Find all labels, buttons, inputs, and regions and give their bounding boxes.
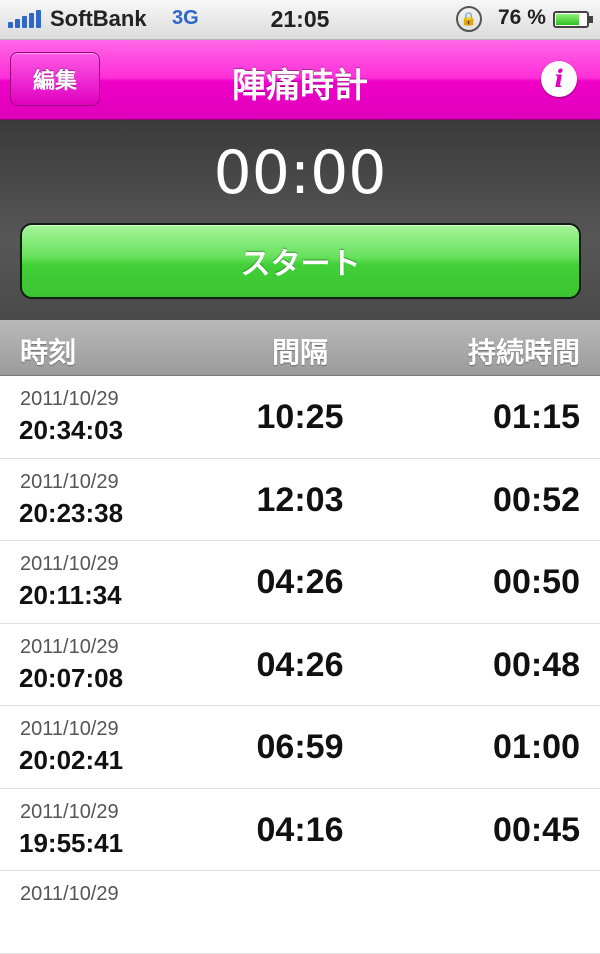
record-row[interactable]: 2011/10/29 20:11:34 04:26 00:50 [0, 541, 600, 624]
record-row[interactable]: 2011/10/29 20:34:03 10:25 01:15 [0, 376, 600, 459]
start-button[interactable]: スタート [20, 223, 581, 299]
column-header-duration: 持続時間 [467, 337, 580, 368]
battery-level-fill [556, 14, 579, 25]
page-title: 陣痛時計 [232, 67, 368, 105]
timer-display: 00:00 [213, 138, 387, 208]
record-row[interactable]: 2011/10/29 [0, 871, 600, 954]
navigation-bar: 編集 陣痛時計 i [0, 40, 600, 120]
records-list: 2011/10/29 20:34:03 10:25 01:15 2011/10/… [0, 376, 600, 954]
record-row[interactable]: 2011/10/29 20:23:38 12:03 00:52 [0, 458, 600, 541]
column-header: 時刻 間隔 持続時間 [0, 320, 600, 376]
record-duration: 01:00 [493, 728, 580, 766]
timer-panel: 00:00 スタート [0, 120, 600, 320]
status-bar: SoftBank 3G 21:05 🔒 76 % [0, 0, 600, 40]
record-duration: 00:48 [493, 645, 580, 684]
battery-icon [553, 11, 593, 28]
record-duration: 00:50 [493, 563, 580, 601]
battery-percentage: 76 % [498, 6, 546, 29]
rotation-lock-icon: 🔒 [456, 6, 482, 32]
record-row[interactable]: 2011/10/29 20:07:08 04:26 00:48 [0, 623, 600, 706]
record-date: 2011/10/29 [20, 883, 119, 905]
record-duration: 01:15 [493, 398, 580, 436]
record-duration: 00:52 [493, 480, 580, 519]
record-row[interactable]: 2011/10/29 19:55:41 04:16 00:45 [0, 788, 600, 871]
record-duration: 00:45 [493, 810, 580, 849]
record-row[interactable]: 2011/10/29 20:02:41 06:59 01:00 [0, 706, 600, 789]
info-icon[interactable]: i [541, 61, 577, 97]
